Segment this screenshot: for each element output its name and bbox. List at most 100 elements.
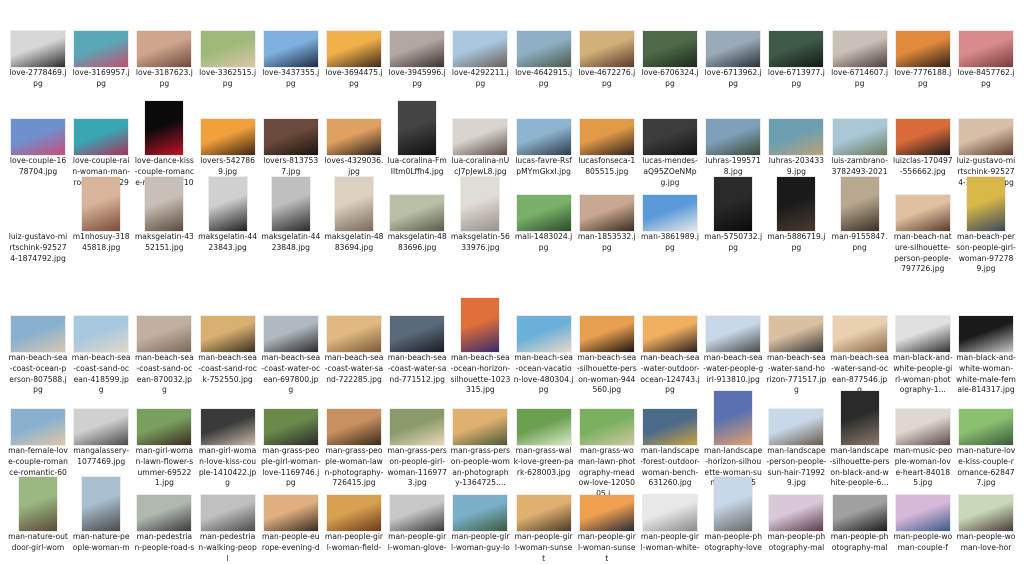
file-item[interactable]: maksgelatin-4883694.jpg [323, 170, 385, 254]
file-item[interactable]: luhras-1995718.jpg [702, 85, 764, 178]
file-item[interactable]: lucas-favre-RsfpMYmGkxI.jpg [513, 85, 575, 178]
file-item[interactable]: man-beach-sea-water-sand-horizon-771517.… [765, 282, 827, 396]
file-item[interactable]: maksgelatin-4352151.jpg [133, 170, 195, 254]
file-item[interactable]: lua-coralina-nUcJ7pJewL8.jpg [449, 85, 511, 178]
file-item[interactable]: m1nhosuy-31845818.jpg [70, 170, 132, 254]
file-item[interactable]: man-nature-outdoor-girl-wom [7, 470, 69, 554]
thumbnail-frame [133, 470, 195, 531]
file-item[interactable]: man-grass-walk-love-green-park-628003.jp… [513, 384, 575, 478]
file-item[interactable]: love-3945996.jpg [386, 6, 448, 90]
file-item[interactable]: love-3187623.jpg [133, 6, 195, 90]
thumbnail-image [327, 316, 381, 352]
file-item[interactable]: love-2778469.jpg [7, 6, 69, 90]
file-item[interactable]: love-6706324.jpg [639, 6, 701, 90]
file-item[interactable]: lovers-8137537.jpg [260, 85, 322, 178]
file-item[interactable]: man-people-woman-couple-f [892, 470, 954, 554]
file-name: man-5750732.jpg [704, 232, 763, 252]
file-item[interactable]: man-5750732.jpg [702, 170, 764, 254]
thumbnail-frame [7, 470, 69, 531]
file-item[interactable]: man-people-girl-woman-glove- [386, 470, 448, 554]
file-item[interactable]: man-pedestrian-people-road-s [133, 470, 195, 554]
file-item[interactable]: man-beach-sea-ocean-vacation-love-480304… [513, 282, 575, 396]
thumbnail-frame [702, 470, 764, 531]
thumbnail-image [271, 177, 310, 231]
file-item[interactable]: love-6713962.jpg [702, 6, 764, 90]
file-item[interactable]: man-people-girl-woman-field- [323, 470, 385, 554]
file-item[interactable]: love-couple-1678704.jpg [7, 85, 69, 178]
file-item[interactable]: man-beach-nature-silhouette-person-peopl… [892, 170, 954, 275]
file-item[interactable]: man-people-photography-love [702, 470, 764, 554]
file-item[interactable]: maksgelatin-5633976.jpg [449, 170, 511, 254]
file-item[interactable]: man-beach-sea-water-outdoor-ocean-124743… [639, 282, 701, 396]
file-item[interactable]: lucasfonseca-1805515.jpg [576, 85, 638, 178]
file-item[interactable]: love-6713977.jpg [765, 6, 827, 90]
thumbnail-frame [197, 170, 259, 231]
file-item[interactable]: man-people-girl-woman-white- [639, 470, 701, 554]
file-item[interactable]: love-3362515.jpg [197, 6, 259, 90]
file-item[interactable]: man-9155847.png [829, 170, 891, 254]
file-item[interactable]: lovers-5427869.jpg [197, 85, 259, 178]
file-item[interactable]: maksgelatin-4423843.jpg [197, 170, 259, 254]
thumbnail-image [714, 477, 753, 531]
file-item[interactable]: man-beach-sea-coast-sand-ocean-418599.jp… [70, 282, 132, 396]
file-item[interactable]: love-6714607.jpg [829, 6, 891, 90]
file-item[interactable]: man-beach-sea-coast-water-sand-722285.jp… [323, 282, 385, 385]
file-item[interactable]: mali-1483024.jpg [513, 170, 575, 254]
thumbnail-image [263, 409, 318, 445]
file-item[interactable]: man-beach-sea-water-sand-ocean-877546.jp… [829, 282, 891, 396]
file-item[interactable]: man-beach-sea-water-people-girl-913810.j… [702, 282, 764, 385]
file-item[interactable]: man-5886719.jpg [765, 170, 827, 254]
file-item[interactable]: man-beach-sea-coast-water-sand-771512.jp… [386, 282, 448, 385]
file-item[interactable]: man-beach-person-people-girl-woman-97278… [955, 170, 1017, 275]
file-item[interactable]: man-pedestrian-walking-peopl [197, 470, 259, 564]
file-item[interactable]: man-people-europe-evening-d [260, 470, 322, 554]
file-item[interactable]: man-people-girl-woman-guy-lo [449, 470, 511, 554]
file-item[interactable]: maksgelatin-4883696.jpg [386, 170, 448, 254]
file-item[interactable]: love-3169957.jpg [70, 6, 132, 90]
file-item[interactable]: luiz-gustavo-mirtschink-925274-1874792.j… [7, 170, 69, 264]
thumbnail-image [643, 31, 697, 67]
file-item[interactable]: maksgelatin-4423848.jpg [260, 170, 322, 254]
thumbnail-frame [260, 282, 322, 352]
file-item[interactable]: man-nature-people-woman-m [70, 470, 132, 554]
file-item[interactable]: man-people-photography-mal [829, 470, 891, 554]
thumbnail-frame [386, 85, 448, 155]
file-item[interactable]: love-8457762.jpg [955, 6, 1017, 90]
file-item[interactable]: man-beach-sea-ocean-horizon-silhouette-1… [449, 282, 511, 396]
file-item[interactable]: mangalassery-1077469.jpg [70, 384, 132, 468]
thumbnail-frame [702, 6, 764, 67]
file-item[interactable]: luizclas-170497-556662.jpg [892, 85, 954, 178]
file-item[interactable]: love-4292211.jpg [449, 6, 511, 90]
file-item[interactable]: man-black-and-white-people-girl-woman-ph… [892, 282, 954, 396]
thumbnail-frame [323, 85, 385, 155]
file-item[interactable]: man-3861989.jpg [639, 170, 701, 254]
thumbnail-image [714, 177, 753, 231]
file-item[interactable]: man-1853532.jpg [576, 170, 638, 254]
file-item[interactable]: man-black-and-white-woman-white-male-fem… [955, 282, 1017, 396]
file-item[interactable]: man-people-girl-woman-sunset [576, 470, 638, 564]
file-item[interactable]: man-beach-sea-coast-sand-rock-752550.jpg [197, 282, 259, 385]
file-item[interactable]: luhras-2034339.jpg [765, 85, 827, 178]
thumbnail-frame [765, 384, 827, 445]
file-name: man-beach-nature-silhouette-person-peopl… [893, 232, 952, 274]
file-item[interactable]: loves-4329036.jpg [323, 85, 385, 178]
file-item[interactable]: man-people-girl-woman-sunset [513, 470, 575, 564]
thumbnail-frame [576, 282, 638, 352]
file-item[interactable]: lua-coralina-FmIltm0Lffh4.jpg [386, 85, 448, 178]
file-item[interactable]: man-beach-sea-coast-ocean-person-807588.… [7, 282, 69, 396]
file-item[interactable]: love-7776188.jpg [892, 6, 954, 90]
thumbnail-frame [70, 6, 132, 67]
file-item[interactable]: love-4672276.jpg [576, 6, 638, 90]
thumbnail-frame [260, 384, 322, 445]
file-item[interactable]: love-3437355.jpg [260, 6, 322, 90]
file-item[interactable]: man-beach-sea-silhouette-person-woman-94… [576, 282, 638, 396]
file-item[interactable]: man-beach-sea-coast-sand-ocean-870032.jp… [133, 282, 195, 396]
file-item[interactable]: man-people-photography-mal [765, 470, 827, 554]
thumbnail-image [390, 31, 445, 67]
file-item[interactable]: love-3694475.jpg [323, 6, 385, 90]
file-item[interactable]: man-beach-sea-coast-water-ocean-697800.j… [260, 282, 322, 396]
thumbnail-frame [765, 6, 827, 67]
thumbnail-frame [892, 170, 954, 231]
file-item[interactable]: man-people-woman-love-hor [955, 470, 1017, 554]
file-item[interactable]: love-4642915.jpg [513, 6, 575, 90]
